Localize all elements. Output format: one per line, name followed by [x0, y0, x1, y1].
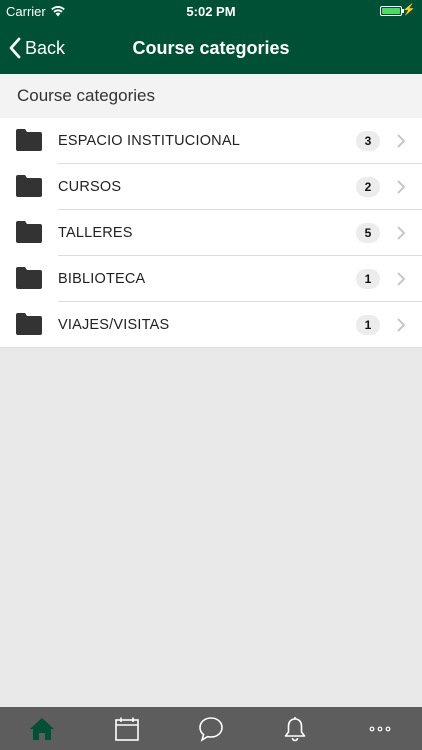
- folder-icon: [16, 267, 42, 289]
- course-count-badge: 1: [356, 269, 380, 289]
- chat-icon: [199, 716, 223, 742]
- chevron-right-icon: [397, 318, 406, 332]
- bell-icon: [285, 716, 306, 741]
- chevron-right-icon: [397, 134, 406, 148]
- category-name: ESPACIO INSTITUCIONAL: [58, 133, 240, 149]
- chevron-right-icon: [397, 272, 406, 286]
- home-icon: [30, 717, 55, 740]
- row-separator: [0, 347, 422, 348]
- charging-icon: ⚡: [402, 4, 416, 16]
- category-list: ESPACIO INSTITUCIONAL 3 CURSOS 2 TALLERE…: [0, 118, 422, 348]
- category-row[interactable]: ESPACIO INSTITUCIONAL 3: [0, 118, 422, 164]
- folder-icon: [16, 129, 42, 151]
- category-name: VIAJES/VISITAS: [58, 317, 170, 333]
- chevron-right-icon: [397, 180, 406, 194]
- category-name: TALLERES: [58, 225, 133, 241]
- page-title: Course categories: [132, 38, 290, 58]
- category-row[interactable]: TALLERES 5: [0, 210, 422, 256]
- category-row[interactable]: VIAJES/VISITAS 1: [0, 302, 422, 348]
- tab-bar: [0, 707, 422, 750]
- course-count-badge: 2: [356, 177, 380, 197]
- course-count-badge: 1: [356, 315, 380, 335]
- folder-icon: [16, 175, 42, 197]
- more-icon: [369, 726, 391, 731]
- battery-icon: [380, 6, 404, 16]
- status-time: 5:02 PM: [186, 4, 236, 19]
- navigation-bar: Back Course categories: [0, 22, 422, 74]
- calendar-icon: [114, 717, 139, 741]
- tab-notifications[interactable]: [253, 707, 337, 750]
- section-header: Course categories: [0, 74, 422, 118]
- tab-home[interactable]: [0, 707, 84, 750]
- category-row[interactable]: BIBLIOTECA 1: [0, 256, 422, 302]
- course-count-badge: 3: [356, 131, 380, 151]
- folder-icon: [16, 313, 42, 335]
- status-bar: Carrier 5:02 PM ⚡: [0, 0, 422, 22]
- tab-messages[interactable]: [169, 707, 253, 750]
- course-count-badge: 5: [356, 223, 380, 243]
- tab-calendar[interactable]: [84, 707, 168, 750]
- category-name: CURSOS: [58, 179, 122, 195]
- category-name: BIBLIOTECA: [58, 271, 146, 287]
- folder-icon: [16, 221, 42, 243]
- chevron-right-icon: [397, 226, 406, 240]
- tab-more[interactable]: [338, 707, 422, 750]
- category-row[interactable]: CURSOS 2: [0, 164, 422, 210]
